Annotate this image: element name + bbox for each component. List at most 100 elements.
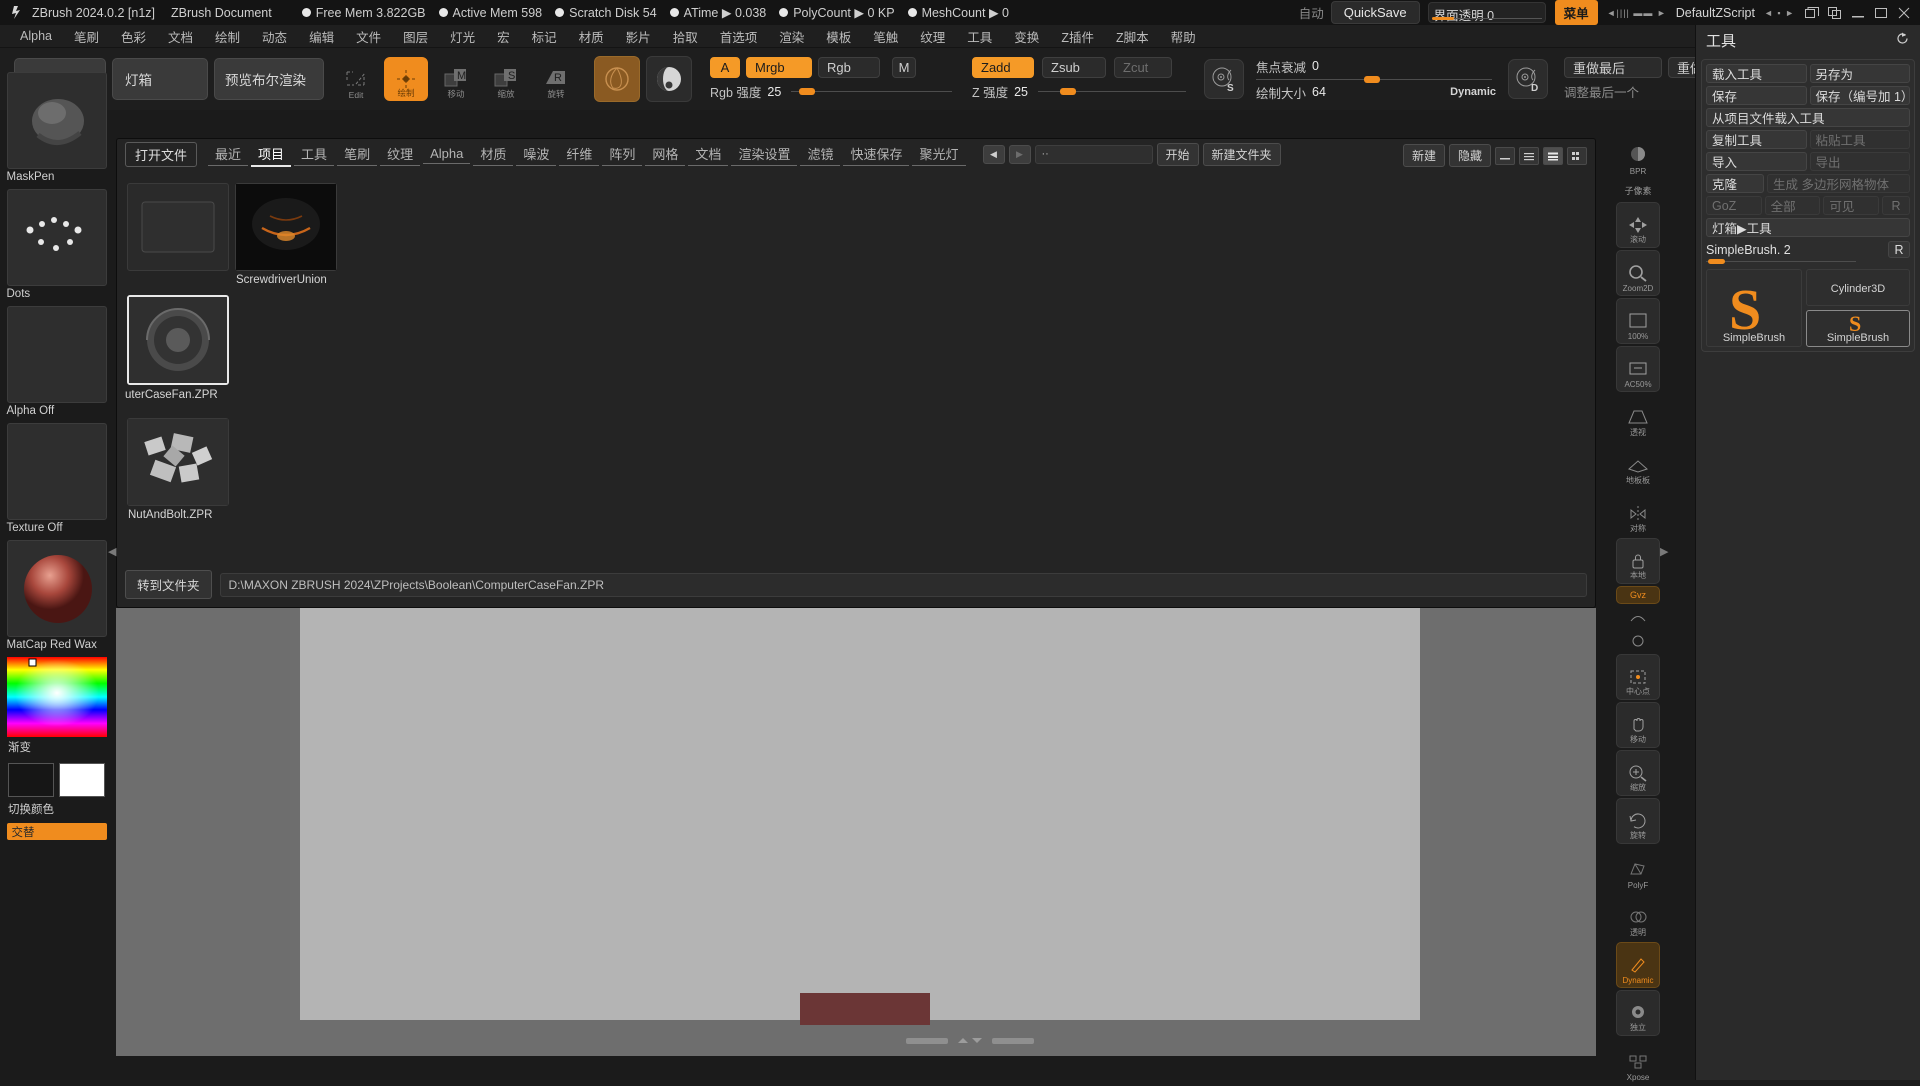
menu-item-alpha[interactable]: Alpha [10, 26, 62, 46]
scrollbar-right[interactable] [992, 1038, 1034, 1044]
lightbox-tab-mesh[interactable]: 网格 [645, 142, 685, 166]
view-collapse-icon[interactable] [1495, 147, 1515, 165]
shelf-polyf-button[interactable]: PolyF [1616, 846, 1660, 892]
draw-mode-button[interactable]: 绘制 [384, 57, 428, 101]
stroke-s-button[interactable]: S [1204, 59, 1244, 99]
shelf-symmetry-button[interactable]: 对称 [1616, 490, 1660, 536]
path-input[interactable]: ·· [1035, 145, 1153, 164]
mode-rgb-button[interactable]: Rgb [818, 57, 880, 78]
menu-item-tool[interactable]: 工具 [957, 24, 1002, 49]
shelf-pan-button[interactable]: 移动 [1616, 702, 1660, 748]
menu-item-zplugin[interactable]: Z插件 [1051, 24, 1104, 49]
alpha-selector-cell[interactable]: Alpha Off [7, 306, 107, 417]
texture-selector-cell[interactable]: Texture Off [7, 423, 107, 534]
menu-item-marker[interactable]: 标记 [522, 24, 567, 49]
export-button[interactable]: 导出 [1810, 152, 1911, 171]
shelf-zoom2d-button[interactable]: Zoom2D [1616, 250, 1660, 296]
shelf-small-1-button[interactable] [1616, 606, 1660, 628]
tool-thumb-simplebrush-large[interactable]: S SimpleBrush [1706, 269, 1802, 347]
goz-r-button[interactable]: R [1882, 196, 1910, 215]
zmode-zadd-button[interactable]: Zadd [972, 57, 1034, 78]
stroke-thumbnail[interactable] [7, 189, 107, 286]
document-canvas[interactable] [300, 608, 1420, 1020]
shelf-scroll-button[interactable]: 滚动 [1616, 202, 1660, 248]
current-path-field[interactable]: D:\MAXON ZBRUSH 2024\ZProjects\Boolean\C… [220, 573, 1587, 597]
color-swatches[interactable] [0, 763, 113, 797]
mode-m-button[interactable]: M [892, 57, 916, 78]
save-as-button[interactable]: 另存为 [1810, 64, 1911, 83]
shelf-zoom-button[interactable]: 缩放 [1616, 750, 1660, 796]
alternate-button[interactable]: 交替 [7, 823, 107, 840]
goz-button[interactable]: GoZ [1706, 196, 1762, 215]
rotate-mode-button[interactable]: R 旋转 [534, 57, 578, 101]
paste-tool-button[interactable]: 粘贴工具 [1810, 130, 1911, 149]
lightbox-button[interactable]: 灯箱 [112, 58, 208, 100]
lightbox-tab-brush[interactable]: 笔刷 [337, 142, 377, 166]
menu-item-render[interactable]: 渲染 [769, 24, 814, 49]
rgb-intensity-slider[interactable] [791, 91, 952, 92]
texture-thumbnail[interactable] [7, 423, 107, 520]
menu-item-edit[interactable]: 编辑 [299, 24, 344, 49]
menu-item-draw[interactable]: 绘制 [205, 24, 250, 49]
zscript-nav-arrows-icon[interactable]: ◄|||| ▬▬ ► [1607, 8, 1667, 18]
move-mode-button[interactable]: M 移动 [434, 57, 478, 101]
clone-button[interactable]: 克隆 [1706, 174, 1764, 193]
menu-item-material[interactable]: 材质 [569, 24, 614, 49]
edit-mode-button[interactable]: Edit [334, 57, 378, 101]
window-controls[interactable] [1805, 7, 1911, 19]
menu-item-preferences[interactable]: 首选项 [710, 24, 768, 49]
shelf-floor-button[interactable]: 地板板 [1616, 442, 1660, 488]
shelf-xpose-button[interactable]: Xpose [1616, 1038, 1660, 1084]
primary-color-swatch[interactable] [8, 763, 54, 797]
menu-item-file[interactable]: 文件 [346, 24, 391, 49]
open-file-button[interactable]: 打开文件 [125, 142, 197, 167]
goto-folder-button[interactable]: 转到文件夹 [125, 570, 212, 599]
secondary-color-swatch[interactable] [59, 763, 105, 797]
zmode-zsub-button[interactable]: Zsub [1042, 57, 1106, 78]
slider-knob[interactable] [1060, 88, 1076, 95]
menu-item-stencil[interactable]: 模板 [816, 24, 861, 49]
lightbox-tool-button[interactable]: 灯箱▶工具 [1706, 218, 1910, 237]
menu-item-dynamics[interactable]: 动态 [252, 24, 297, 49]
menu-item-stroke[interactable]: 笔触 [863, 24, 908, 49]
menu-item-color[interactable]: 色彩 [111, 24, 156, 49]
shelf-gvz-button[interactable]: Gvz [1616, 586, 1660, 604]
nav-forward-button[interactable]: ▶ [1009, 145, 1031, 164]
lightbox-item-nutandbolt[interactable]: NutAndBolt.ZPR [127, 418, 229, 506]
shelf-center-button[interactable]: 中心点 [1616, 654, 1660, 700]
ui-transparency-slider[interactable]: 界面透明 0 [1428, 2, 1546, 23]
stroke-selector-cell[interactable]: Dots [7, 189, 107, 300]
slider-knob[interactable] [799, 88, 815, 95]
slider-knob[interactable] [1364, 76, 1380, 83]
left-panel-collapse-arrow[interactable]: ◀ [108, 545, 116, 558]
shelf-small-2-button[interactable] [1616, 630, 1660, 652]
preview-boolean-render-button[interactable]: 预览布尔渲染 [214, 58, 324, 100]
menu-item-movie[interactable]: 影片 [616, 24, 661, 49]
tool-r-button[interactable]: R [1888, 241, 1910, 258]
load-tool-from-project-button[interactable]: 从项目文件载入工具 [1706, 108, 1910, 127]
tool-thumb-cylinder3d[interactable]: Cylinder3D [1806, 269, 1910, 306]
lightbox-tab-filter[interactable]: 滤镜 [800, 142, 840, 166]
lightbox-tab-material[interactable]: 材质 [473, 142, 513, 166]
make-polymesh3d-button[interactable]: 生成 多边形网格物体 [1767, 174, 1910, 193]
lightbox-tab-project[interactable]: 项目 [251, 142, 291, 167]
view-details-icon[interactable] [1543, 147, 1563, 165]
menu-item-brush[interactable]: 笔刷 [64, 24, 109, 49]
scrollbar-arrows-icon[interactable] [954, 1036, 986, 1047]
scrollbar-left[interactable] [906, 1038, 948, 1044]
menu-item-layer[interactable]: 图层 [393, 24, 438, 49]
focal-shift-slider[interactable] [1256, 79, 1492, 80]
quicksave-button[interactable]: QuickSave [1331, 1, 1420, 24]
current-material-button[interactable] [646, 56, 692, 102]
lightbox-tab-document[interactable]: 文档 [688, 142, 728, 166]
material-thumbnail[interactable] [7, 540, 107, 637]
brush-thumbnail[interactable] [7, 72, 107, 169]
current-brush-button[interactable] [594, 56, 640, 102]
shelf-solo-button[interactable]: 独立 [1616, 990, 1660, 1036]
redo-last-button[interactable]: 重做最后 [1564, 57, 1662, 78]
new-folder-button[interactable]: 新建文件夹 [1203, 143, 1281, 166]
zscript-controls-icon[interactable]: ◄ ▪ ► [1764, 8, 1795, 18]
scale-mode-button[interactable]: S 缩放 [484, 57, 528, 101]
view-grid-icon[interactable] [1567, 147, 1587, 165]
lightbox-item-screwdriver[interactable]: ScrewdriverUnion [235, 183, 337, 271]
